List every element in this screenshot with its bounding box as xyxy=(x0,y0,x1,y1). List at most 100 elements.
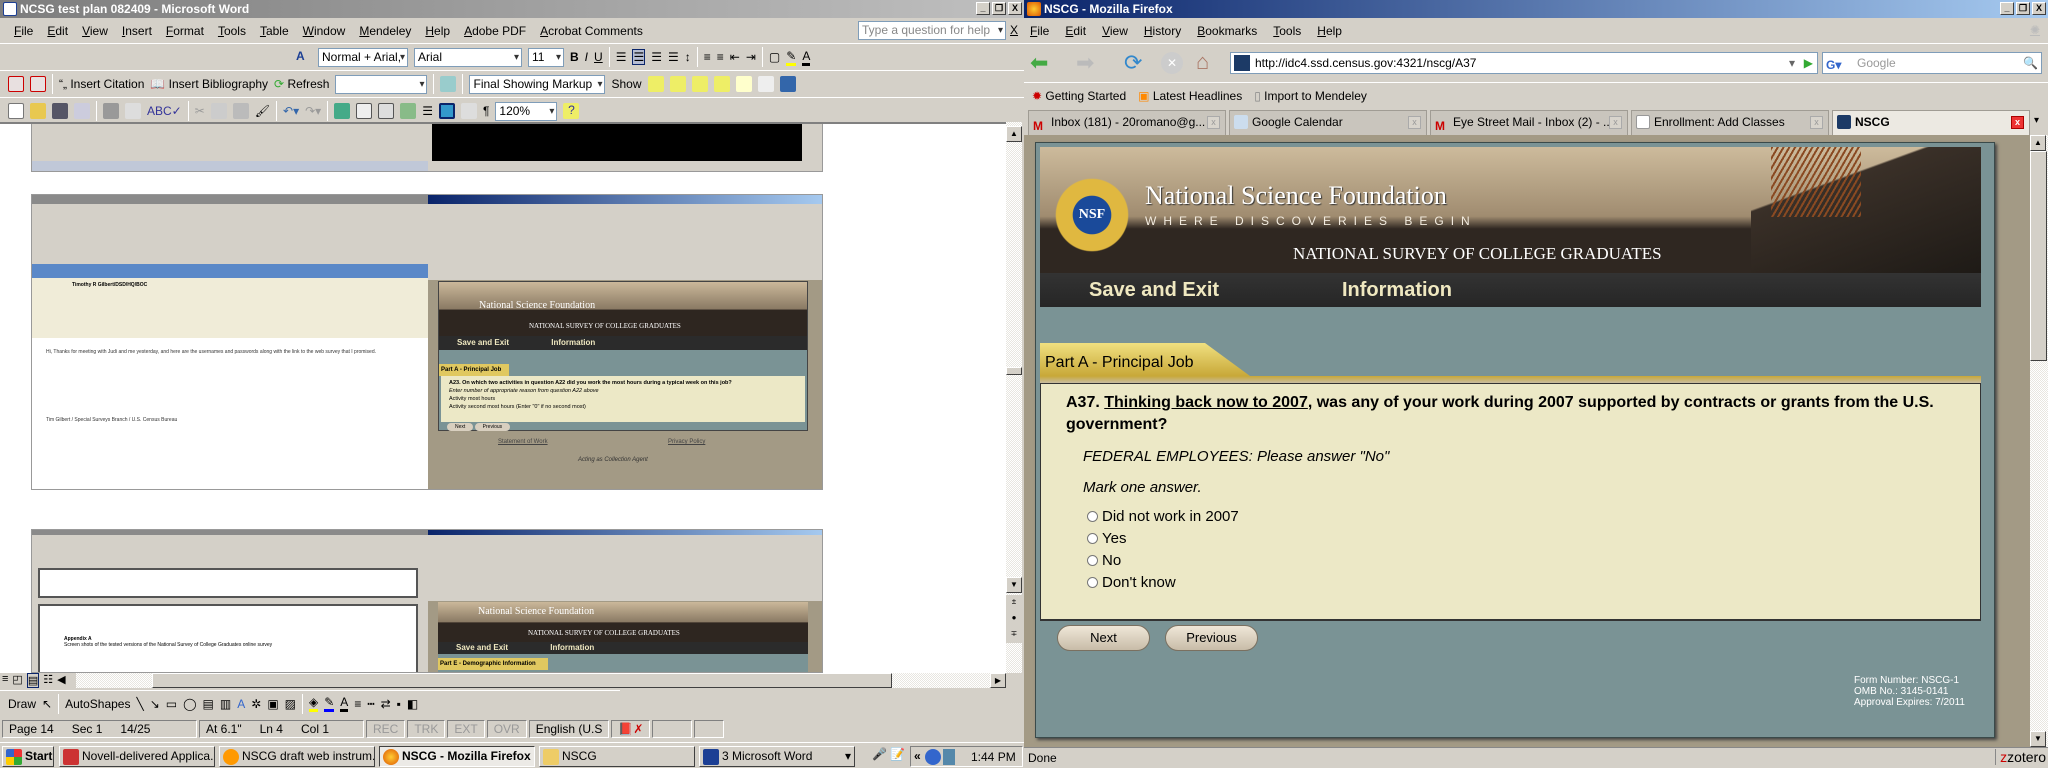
web-view-icon[interactable]: ◰ xyxy=(12,673,22,688)
language-bar-icon[interactable]: 📝 xyxy=(890,747,905,761)
menu-view[interactable]: View xyxy=(82,24,108,38)
highlight-icon[interactable]: ✎ xyxy=(786,49,797,66)
search-magnifier-icon[interactable]: 🔍 xyxy=(2023,53,2038,73)
radio-button[interactable] xyxy=(1087,555,1098,566)
print-preview-icon[interactable] xyxy=(125,103,141,119)
fill-color-icon[interactable]: ◈ xyxy=(309,695,319,712)
bullets-icon[interactable]: ≡ xyxy=(717,50,724,64)
open-icon[interactable] xyxy=(30,103,46,119)
tables-borders-icon[interactable] xyxy=(356,103,373,119)
menu-edit[interactable]: Edit xyxy=(47,24,68,38)
taskbar-word-group[interactable]: 3 Microsoft Word ▾ xyxy=(699,746,855,767)
insert-citation-button[interactable]: “„ Insert Citation xyxy=(59,77,144,91)
scroll-right-button[interactable]: ▶ xyxy=(990,673,1006,688)
tab-google-calendar[interactable]: Google Calendar x xyxy=(1229,110,1427,135)
accept-change-icon[interactable] xyxy=(691,76,708,92)
google-icon[interactable]: G▾ xyxy=(1826,55,1841,75)
size-select[interactable]: 11 xyxy=(528,47,564,67)
radio-button[interactable] xyxy=(1087,577,1098,588)
previous-change-icon[interactable] xyxy=(647,76,664,92)
go-button[interactable]: ▶ xyxy=(1804,53,1813,73)
shadow-icon[interactable]: ▪ xyxy=(397,697,401,711)
citation-style-select[interactable] xyxy=(335,74,428,94)
help-search-input[interactable]: Type a question for help xyxy=(858,21,1006,40)
ff-close-button[interactable]: X xyxy=(2032,2,2046,15)
line-icon[interactable]: ╲ xyxy=(136,697,143,711)
new-icon[interactable] xyxy=(8,103,24,119)
insert-table-icon[interactable] xyxy=(378,103,395,119)
radio-button[interactable] xyxy=(1087,533,1098,544)
arrow-style-icon[interactable]: ⇄ xyxy=(381,697,391,711)
hyperlink-icon[interactable] xyxy=(334,103,351,119)
forward-button[interactable]: ➡ xyxy=(1076,52,1094,74)
url-bar[interactable]: http://idc4.ssd.census.gov:4321/nscg/A37… xyxy=(1230,52,1818,74)
option-did-not-work[interactable]: Did not work in 2007 xyxy=(1087,506,1955,528)
tab-gmail[interactable]: M Inbox (181) - 20romano@g... x xyxy=(1028,110,1226,135)
line-color-icon[interactable]: ✎ xyxy=(324,695,335,712)
drawing-icon[interactable] xyxy=(438,103,455,119)
tab-close-icon[interactable]: x xyxy=(1609,116,1622,129)
previous-button[interactable]: Previous xyxy=(1165,625,1258,651)
ff-scroll-thumb[interactable] xyxy=(2030,151,2047,361)
start-button[interactable]: Start xyxy=(2,746,54,767)
search-bar[interactable]: G▾ Google 🔍 xyxy=(1822,52,2042,74)
style-select[interactable]: Normal + Arial, xyxy=(318,47,408,67)
ff-menu-file[interactable]: File xyxy=(1030,24,1049,38)
new-comment-icon[interactable] xyxy=(735,76,752,92)
align-left-icon[interactable]: ☰ xyxy=(616,50,627,64)
ff-vertical-scrollbar[interactable]: ▲ ▼ xyxy=(2030,135,2048,747)
font-color-icon[interactable]: A xyxy=(802,49,811,66)
insert-excel-icon[interactable] xyxy=(400,103,417,119)
bookmark-getting-started[interactable]: ✹ Getting Started xyxy=(1032,89,1126,103)
diagram-icon[interactable]: ✲ xyxy=(251,697,261,711)
ff-menu-view[interactable]: View xyxy=(1102,24,1128,38)
close-doc-icon[interactable]: X xyxy=(1010,23,1018,37)
align-right-icon[interactable]: ☰ xyxy=(651,50,662,64)
select-objects-icon[interactable]: ↖ xyxy=(42,697,52,711)
permission-icon[interactable] xyxy=(74,103,90,119)
tray-expand-icon[interactable]: « xyxy=(914,749,921,763)
paste-icon[interactable] xyxy=(232,103,249,119)
next-button[interactable]: Next xyxy=(1057,625,1150,651)
scroll-thumb[interactable] xyxy=(1006,367,1022,375)
bookmark-latest-headlines[interactable]: ▣ Latest Headlines xyxy=(1138,89,1242,103)
zotero-button[interactable]: zzotero xyxy=(1995,749,2046,765)
normal-view-icon[interactable]: ≡ xyxy=(2,673,8,688)
spelling-status-icon[interactable]: 📕✗ xyxy=(611,720,651,738)
network-icon[interactable] xyxy=(925,749,941,765)
menu-insert[interactable]: Insert xyxy=(122,24,152,38)
back-button[interactable]: ⬅ xyxy=(1030,52,1048,74)
vertical-textbox-icon[interactable]: ▥ xyxy=(220,697,231,711)
menu-file[interactable]: File xyxy=(14,24,33,38)
clipart-icon[interactable]: ▣ xyxy=(267,697,278,711)
arrow-icon[interactable]: ↘ xyxy=(150,697,160,711)
picture-icon[interactable]: ▨ xyxy=(285,697,296,711)
ff-menu-tools[interactable]: Tools xyxy=(1273,24,1301,38)
show-menu[interactable]: Show xyxy=(611,77,641,91)
tab-nscg-active[interactable]: NSCG x xyxy=(1832,110,2030,136)
save-icon[interactable] xyxy=(52,103,68,119)
ff-menu-help[interactable]: Help xyxy=(1317,24,1342,38)
microphone-icon[interactable]: 🎤 xyxy=(872,747,887,761)
zoom-select[interactable]: 120% xyxy=(495,101,558,121)
ff-menu-history[interactable]: History xyxy=(1144,24,1181,38)
stop-button[interactable]: ✕ xyxy=(1161,52,1183,74)
styles-icon[interactable]: A xyxy=(296,49,312,65)
redo-icon[interactable]: ↷▾ xyxy=(305,104,321,118)
taskbar-nscg-draft[interactable]: NSCG draft web instrum... xyxy=(219,746,375,767)
minimize-button[interactable]: _ xyxy=(976,2,990,15)
reload-button[interactable]: ⟳ xyxy=(1124,50,1142,76)
menu-table[interactable]: Table xyxy=(260,24,289,38)
border-icon[interactable]: ▢ xyxy=(769,50,780,64)
cut-icon[interactable]: ✂ xyxy=(195,104,205,118)
word-horizontal-scrollbar[interactable]: ▶ xyxy=(76,673,1006,688)
ff-menu-edit[interactable]: Edit xyxy=(1065,24,1086,38)
browse-object-button[interactable]: ● xyxy=(1006,611,1022,627)
next-page-button[interactable]: ∓ xyxy=(1006,627,1022,643)
prev-page-button[interactable]: ± xyxy=(1006,595,1022,611)
help-icon[interactable]: ? xyxy=(563,103,580,119)
tab-close-icon[interactable]: x xyxy=(1810,116,1823,129)
refresh-button[interactable]: ⟳ Refresh xyxy=(274,77,329,91)
numbering-icon[interactable]: ≡ xyxy=(704,50,711,64)
url-dropdown-icon[interactable]: ▾ xyxy=(1789,53,1795,73)
